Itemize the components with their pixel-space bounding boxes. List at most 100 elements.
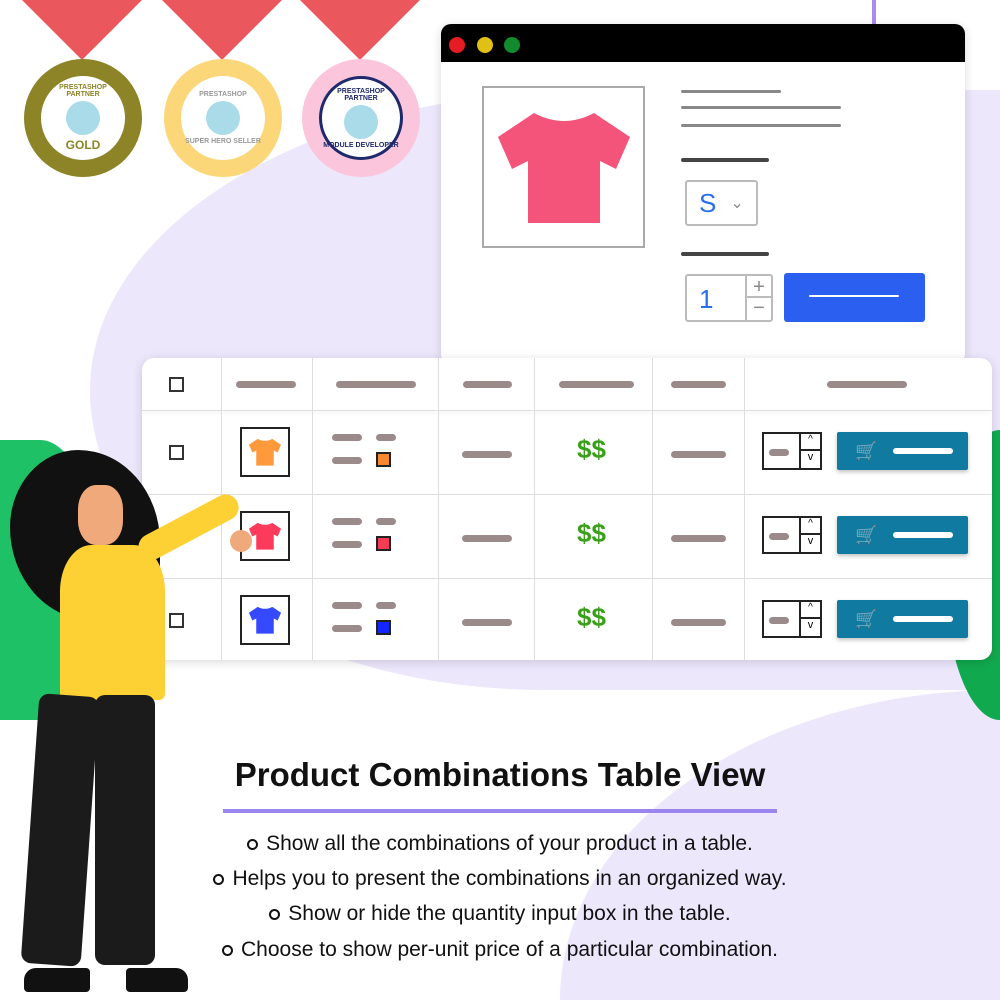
color-swatch — [376, 452, 391, 467]
cart-icon: 🛒 — [855, 524, 878, 545]
medal-bottom-text: MODULE DEVELOPER — [323, 141, 399, 149]
size-value: S — [699, 187, 717, 218]
decor-line — [872, 0, 876, 24]
bullet-text: Show all the combinations of your produc… — [266, 832, 753, 855]
attribute-label — [332, 602, 362, 609]
add-to-cart-button[interactable] — [784, 273, 925, 322]
feature-bullet: Show all the combinations of your produc… — [0, 832, 1000, 856]
attribute-label — [332, 518, 362, 525]
attribute-label — [332, 541, 362, 548]
medal-ribbon — [300, 0, 420, 60]
row-checkbox[interactable] — [169, 613, 184, 628]
medal-top-text: PRESTASHOP PARTNER — [59, 84, 107, 98]
chevron-down-icon[interactable]: v — [799, 451, 820, 468]
label-line — [681, 158, 769, 162]
partner-medal: PRESTASHOP SUPER HERO SELLER — [164, 59, 282, 177]
attribute-label — [332, 625, 362, 632]
medal-top-text: PRESTASHOP PARTNER — [337, 87, 385, 102]
add-to-cart-button[interactable]: 🛒 — [837, 600, 968, 638]
puffin-logo — [66, 101, 100, 135]
minus-icon[interactable]: − — [745, 298, 771, 320]
feature-bullet: Choose to show per-unit price of a parti… — [0, 938, 1000, 962]
cart-icon: 🛒 — [855, 440, 878, 461]
cart-icon: 🛒 — [855, 608, 878, 629]
color-swatch — [376, 536, 391, 551]
maximize-dot[interactable] — [504, 37, 520, 53]
tshirt-icon — [497, 113, 630, 223]
combinations-table: $$ ^ v 🛒 ✓ $$ ^ v 🛒 — [142, 358, 992, 660]
close-dot[interactable] — [449, 37, 465, 53]
bullet-text: Show or hide the quantity input box in t… — [288, 902, 731, 925]
quantity-stepper[interactable]: ^ v — [762, 432, 822, 470]
tshirt-icon — [248, 606, 282, 634]
minimize-dot[interactable] — [477, 37, 493, 53]
price-cell: $$ — [577, 518, 606, 548]
circle-bullet-icon — [269, 908, 281, 920]
chevron-down-icon[interactable]: v — [799, 535, 820, 552]
quantity-stepper[interactable]: ^ v — [762, 516, 822, 554]
feature-bullet: Helps you to present the combinations in… — [0, 867, 1000, 891]
add-to-cart-button[interactable]: 🛒 — [837, 432, 968, 470]
circle-bullet-icon — [247, 838, 259, 850]
attribute-label — [332, 434, 362, 441]
column-header — [236, 381, 296, 388]
attribute-label — [332, 457, 362, 464]
page-title: Product Combinations Table View — [234, 756, 766, 793]
puffin-logo — [344, 104, 378, 139]
partner-medal: PRESTASHOP PARTNER MODULE DEVELOPER — [302, 59, 420, 177]
column-header — [336, 381, 416, 388]
product-image — [482, 86, 645, 248]
attribute-value — [376, 518, 396, 525]
plus-icon[interactable]: + — [745, 276, 771, 298]
quantity-value: 1 — [699, 284, 714, 314]
window-titlebar — [441, 24, 965, 62]
description-line — [681, 106, 841, 109]
description-line — [681, 90, 781, 93]
color-swatch — [376, 620, 391, 635]
product-thumbnail — [240, 427, 290, 477]
medal-bottom-text: SUPER HERO SELLER — [185, 138, 261, 145]
attribute-value — [376, 602, 396, 609]
column-header — [559, 381, 634, 388]
column-header — [827, 381, 907, 388]
chevron-up-icon[interactable]: ^ — [799, 518, 820, 535]
quantity-stepper[interactable]: 1 + − — [685, 274, 773, 322]
partner-medal: PRESTASHOP PARTNER GOLD — [24, 59, 142, 177]
product-window: S ⌄ 1 + − — [441, 24, 965, 364]
quantity-stepper[interactable]: ^ v — [762, 600, 822, 638]
medal-bottom-text: GOLD — [65, 138, 101, 152]
bullet-text: Helps you to present the combinations in… — [232, 867, 787, 890]
reference-cell — [462, 619, 512, 626]
stock-cell — [671, 619, 726, 626]
select-all-checkbox[interactable] — [169, 377, 184, 392]
tshirt-icon — [248, 522, 282, 550]
add-to-cart-button[interactable]: 🛒 — [837, 516, 968, 554]
label-line — [681, 252, 769, 256]
column-header — [671, 381, 726, 388]
chevron-down-icon[interactable]: v — [799, 619, 820, 636]
medal-top-text: PRESTASHOP — [199, 91, 247, 98]
bullet-text: Choose to show per-unit price of a parti… — [241, 938, 778, 961]
reference-cell — [462, 451, 512, 458]
circle-bullet-icon — [213, 873, 225, 885]
medal-ribbon — [22, 0, 142, 60]
title-underline — [223, 809, 777, 813]
medal-ribbon — [162, 0, 282, 60]
price-cell: $$ — [577, 602, 606, 632]
size-select[interactable]: S ⌄ — [685, 180, 758, 226]
chevron-up-icon[interactable]: ^ — [799, 434, 820, 451]
description-line — [681, 124, 841, 127]
reference-cell — [462, 535, 512, 542]
puffin-logo — [206, 101, 240, 135]
circle-bullet-icon — [222, 944, 234, 956]
stock-cell — [671, 535, 726, 542]
stock-cell — [671, 451, 726, 458]
tshirt-icon — [248, 438, 282, 466]
row-checkbox[interactable] — [169, 445, 184, 460]
chevron-up-icon[interactable]: ^ — [799, 602, 820, 619]
column-header — [463, 381, 512, 388]
feature-bullet: Show or hide the quantity input box in t… — [0, 902, 1000, 926]
product-thumbnail — [240, 595, 290, 645]
price-cell: $$ — [577, 434, 606, 464]
chevron-down-icon: ⌄ — [730, 195, 744, 212]
